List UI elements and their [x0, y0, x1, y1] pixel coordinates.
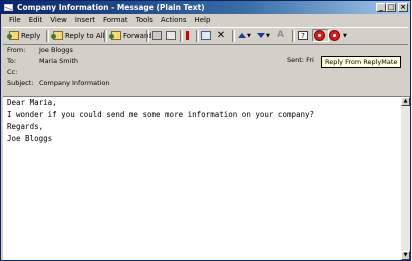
to-value[interactable]: Maria Smith [39, 57, 78, 65]
minimize-button[interactable]: _ [376, 3, 386, 12]
menu-help[interactable]: Help [190, 14, 214, 26]
scroll-down-button[interactable]: ▼ [401, 251, 410, 260]
dropdown-arrow-icon: ▼ [266, 32, 270, 39]
from-row: From: Joe Bloggs [7, 45, 73, 55]
scroll-up-button[interactable]: ▲ [401, 97, 410, 106]
address-book-icon: A [277, 30, 284, 40]
toolbar: Reply Reply to All Forward ✕ ▼ ▼ A ? ▼ [3, 27, 408, 45]
envelope-icon [4, 4, 13, 11]
print-button[interactable] [152, 29, 164, 42]
forward-icon [109, 31, 121, 40]
toolbar-separator [232, 30, 235, 42]
menu-edit[interactable]: Edit [25, 14, 47, 26]
toolbar-separator [146, 30, 149, 42]
address-book-button[interactable]: A [277, 29, 289, 42]
reply-icon [7, 31, 19, 40]
toolbar-separator [104, 30, 107, 42]
printer-icon [152, 31, 162, 40]
reply-button[interactable]: Reply [7, 29, 40, 42]
copy-icon [166, 31, 176, 40]
to-label: To: [7, 57, 17, 65]
toolbar-separator [46, 30, 49, 42]
replymate-icon [329, 30, 340, 41]
copy-button[interactable] [166, 29, 178, 42]
delete-button[interactable]: ✕ [216, 29, 228, 42]
menu-view[interactable]: View [46, 14, 71, 26]
window-title: Company Information - Message (Plain Tex… [17, 3, 205, 12]
replymate-reply-button[interactable] [312, 29, 329, 42]
body-line: I wonder if you could send me some more … [7, 110, 315, 119]
help-button[interactable]: ? [298, 29, 310, 42]
toolbar-separator [292, 30, 295, 42]
up-arrow-icon [238, 33, 246, 38]
dropdown-arrow-icon: ▼ [343, 32, 347, 39]
delete-icon: ✕ [216, 30, 226, 41]
vertical-scrollbar[interactable]: ▲ ▼ [401, 96, 410, 260]
subject-value: Company Information [39, 79, 110, 87]
down-arrow-icon [257, 33, 265, 38]
dropdown-arrow-icon: ▼ [247, 32, 251, 39]
from-value[interactable]: Joe Bloggs [39, 46, 73, 54]
menu-bar: File Edit View Insert Format Tools Actio… [5, 14, 214, 26]
move-to-folder-icon [201, 31, 211, 40]
reply-all-button[interactable]: Reply to All [51, 29, 105, 42]
cc-row: Cc: [7, 67, 39, 77]
window-controls: _ □ × [376, 3, 408, 12]
toolbar-separator [196, 30, 199, 42]
maximize-button[interactable]: □ [386, 3, 396, 12]
message-header: From: Joe Bloggs To: Maria Smith Cc: Subje… [3, 45, 408, 94]
menu-file[interactable]: File [5, 14, 25, 26]
menu-format[interactable]: Format [99, 14, 132, 26]
replymate-icon [314, 30, 325, 41]
menu-actions[interactable]: Actions [157, 14, 191, 26]
replymate-tooltip: Reply From ReplyMate [321, 56, 402, 68]
flag-button[interactable] [186, 29, 191, 42]
cc-label: Cc: [7, 68, 18, 76]
sent-value: Fri [306, 56, 314, 64]
previous-item-button[interactable]: ▼ [238, 29, 251, 42]
body-line: Regards, [7, 122, 44, 131]
body-line: Joe Bloggs [7, 134, 53, 143]
to-row: To: Maria Smith [7, 56, 78, 66]
next-item-button[interactable]: ▼ [257, 29, 270, 42]
sent-row: Sent: Fri [287, 55, 314, 65]
reply-all-icon [51, 31, 63, 40]
subject-row: Subject: Company Information [7, 78, 110, 88]
body-line: Dear Maria, [7, 98, 57, 107]
toolbar-separator [180, 30, 183, 42]
title-bar[interactable]: Company Information - Message (Plain Tex… [1, 1, 410, 14]
subject-label: Subject: [7, 79, 34, 87]
from-label: From: [7, 46, 26, 54]
sent-label: Sent: [287, 56, 304, 64]
help-icon: ? [298, 31, 308, 40]
replymate-menu-button[interactable]: ▼ [329, 29, 347, 42]
message-window: Company Information - Message (Plain Tex… [0, 0, 411, 261]
flag-icon [186, 31, 189, 40]
menu-tools[interactable]: Tools [132, 14, 157, 26]
menu-insert[interactable]: Insert [71, 14, 99, 26]
close-button[interactable]: × [398, 3, 408, 12]
move-to-folder-button[interactable] [201, 29, 213, 42]
message-body[interactable]: Dear Maria, I wonder if you could send m… [3, 96, 401, 260]
